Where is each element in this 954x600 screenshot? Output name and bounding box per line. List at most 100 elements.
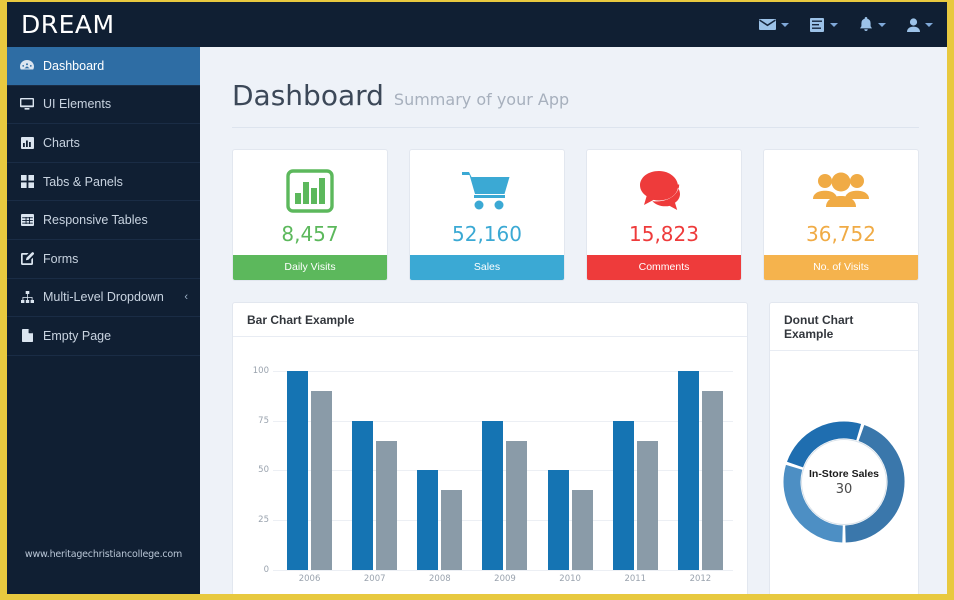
- bar[interactable]: [352, 420, 374, 570]
- chevron-down-icon: [878, 22, 886, 27]
- bar[interactable]: [506, 440, 528, 570]
- bar[interactable]: [376, 440, 398, 570]
- chevron-down-icon: [830, 22, 838, 27]
- navbar-actions: [759, 17, 947, 32]
- brand-logo[interactable]: DREAM: [7, 10, 200, 39]
- bar-chart-panel: Bar Chart Example 100 75 50 25 0 2006 2007 200…: [232, 302, 748, 594]
- users-icon: [813, 162, 869, 220]
- bar[interactable]: [677, 370, 699, 570]
- bell-icon: [859, 17, 873, 32]
- y-axis-tick: 100: [252, 365, 269, 376]
- bar[interactable]: [636, 440, 658, 570]
- dashboard-icon: [15, 59, 39, 72]
- bar-group: [612, 355, 658, 570]
- donut-segment[interactable]: [844, 425, 905, 543]
- x-axis-tick: 2006: [298, 574, 321, 584]
- panels-icon: [15, 175, 39, 189]
- stat-value: 36,752: [806, 222, 876, 246]
- page-header: Dashboard Summary of your App: [232, 79, 919, 128]
- watermark-text: www.heritagechristiancollege.com: [24, 549, 183, 560]
- bar-chart-plot-area: [277, 355, 733, 570]
- page-title: Dashboard: [232, 79, 384, 112]
- bar[interactable]: [571, 490, 593, 570]
- stat-label[interactable]: No. of Visits: [764, 255, 918, 280]
- sidebar-item-label: Charts: [43, 135, 80, 150]
- y-axis-tick: 75: [258, 415, 269, 426]
- bar[interactable]: [417, 470, 439, 570]
- donut-svg: [783, 421, 905, 543]
- top-navbar: DREAM: [7, 2, 947, 47]
- sidebar-item-label: Responsive Tables: [43, 213, 148, 228]
- stat-label[interactable]: Sales: [410, 255, 564, 280]
- stat-card-daily-visits[interactable]: 8,457 Daily Visits: [232, 149, 388, 281]
- sitemap-icon: [15, 291, 39, 304]
- sidebar-item-multi-level-dropdown[interactable]: Multi-Level Dropdown ‹: [7, 279, 200, 318]
- stat-card-comments[interactable]: 15,823 Comments: [586, 149, 742, 281]
- messages-dropdown[interactable]: [759, 18, 789, 31]
- stat-value: 8,457: [281, 222, 339, 246]
- bar[interactable]: [441, 490, 463, 570]
- bar-group: [287, 355, 333, 570]
- donut-segment[interactable]: [787, 421, 862, 468]
- tasks-icon: [810, 17, 825, 32]
- x-axis-tick: 2012: [689, 574, 712, 584]
- sidebar-item-tabs-panels[interactable]: Tabs & Panels: [7, 163, 200, 202]
- comments-icon: [638, 162, 690, 220]
- donut-chart[interactable]: In-Store Sales 30: [770, 351, 918, 594]
- stat-cards: 8,457 Daily Visits 52,160 Sales 15,823 C…: [232, 149, 919, 281]
- tasks-dropdown[interactable]: [810, 17, 838, 32]
- x-axis-tick: 2009: [494, 574, 516, 584]
- bar[interactable]: [287, 370, 309, 570]
- bar[interactable]: [482, 420, 504, 570]
- bar-group: [417, 355, 463, 570]
- shopping-cart-icon: [461, 162, 513, 220]
- x-axis-tick: 2010: [559, 574, 581, 584]
- bar[interactable]: [701, 390, 723, 570]
- bar-group: [482, 355, 528, 570]
- main-content: Dashboard Summary of your App 8,457 Dail…: [200, 47, 947, 594]
- stat-card-sales[interactable]: 52,160 Sales: [409, 149, 565, 281]
- bar-group: [352, 355, 398, 570]
- app-frame: DREAM Dashboard UI Elements Charts Tabs …: [0, 0, 954, 600]
- page-subtitle: Summary of your App: [393, 90, 570, 109]
- envelope-icon: [759, 18, 776, 31]
- account-dropdown[interactable]: [907, 17, 933, 32]
- x-axis-tick: 2007: [363, 574, 386, 584]
- x-axis-tick: 2008: [429, 574, 451, 584]
- donut-chart-panel: Donut Chart Example In-Store Sales 30: [769, 302, 919, 594]
- sidebar-item-ui-elements[interactable]: UI Elements: [7, 86, 200, 125]
- bar-chart-icon: [286, 162, 334, 220]
- sidebar-item-forms[interactable]: Forms: [7, 240, 200, 279]
- y-axis-tick: 25: [258, 515, 269, 526]
- sidebar-item-charts[interactable]: Charts: [7, 124, 200, 163]
- chevron-down-icon: [925, 22, 933, 27]
- panel-title: Bar Chart Example: [233, 303, 747, 337]
- donut-inner-ring: [801, 439, 887, 525]
- bar[interactable]: [311, 390, 333, 570]
- y-axis-tick: 50: [258, 465, 269, 476]
- bar-group: [547, 355, 593, 570]
- bar[interactable]: [612, 420, 634, 570]
- bar-chart-x-axis: 2006 2007 2008 2009 2010 2011 2012: [277, 574, 733, 584]
- sidebar-item-label: Forms: [43, 251, 79, 266]
- panel-title: Donut Chart Example: [770, 303, 918, 351]
- stat-label[interactable]: Daily Visits: [233, 255, 387, 280]
- chart-icon: [15, 136, 39, 149]
- sidebar-item-dashboard[interactable]: Dashboard: [7, 47, 200, 86]
- sidebar-caret: ‹: [184, 291, 188, 304]
- chart-panels: Bar Chart Example 100 75 50 25 0 2006 2007 200…: [232, 302, 919, 594]
- stat-value: 15,823: [629, 222, 699, 246]
- stat-card-no-of-visits[interactable]: 36,752 No. of Visits: [763, 149, 919, 281]
- stat-label[interactable]: Comments: [587, 255, 741, 280]
- sidebar-item-responsive-tables[interactable]: Responsive Tables: [7, 201, 200, 240]
- sidebar-item-label: Multi-Level Dropdown: [43, 290, 164, 305]
- sidebar-item-label: UI Elements: [43, 97, 112, 112]
- sidebar-item-label: Tabs & Panels: [43, 174, 123, 189]
- bar[interactable]: [547, 470, 569, 570]
- sidebar-item-empty-page[interactable]: Empty Page: [7, 317, 200, 356]
- notifications-dropdown[interactable]: [859, 17, 886, 32]
- donut-chart-graphic: In-Store Sales 30: [778, 416, 910, 548]
- sidebar: Dashboard UI Elements Charts Tabs & Pane…: [7, 47, 200, 594]
- bar-chart[interactable]: 100 75 50 25 0 2006 2007 2008 2009 2010 2011 2012: [233, 337, 747, 594]
- edit-icon: [15, 252, 39, 266]
